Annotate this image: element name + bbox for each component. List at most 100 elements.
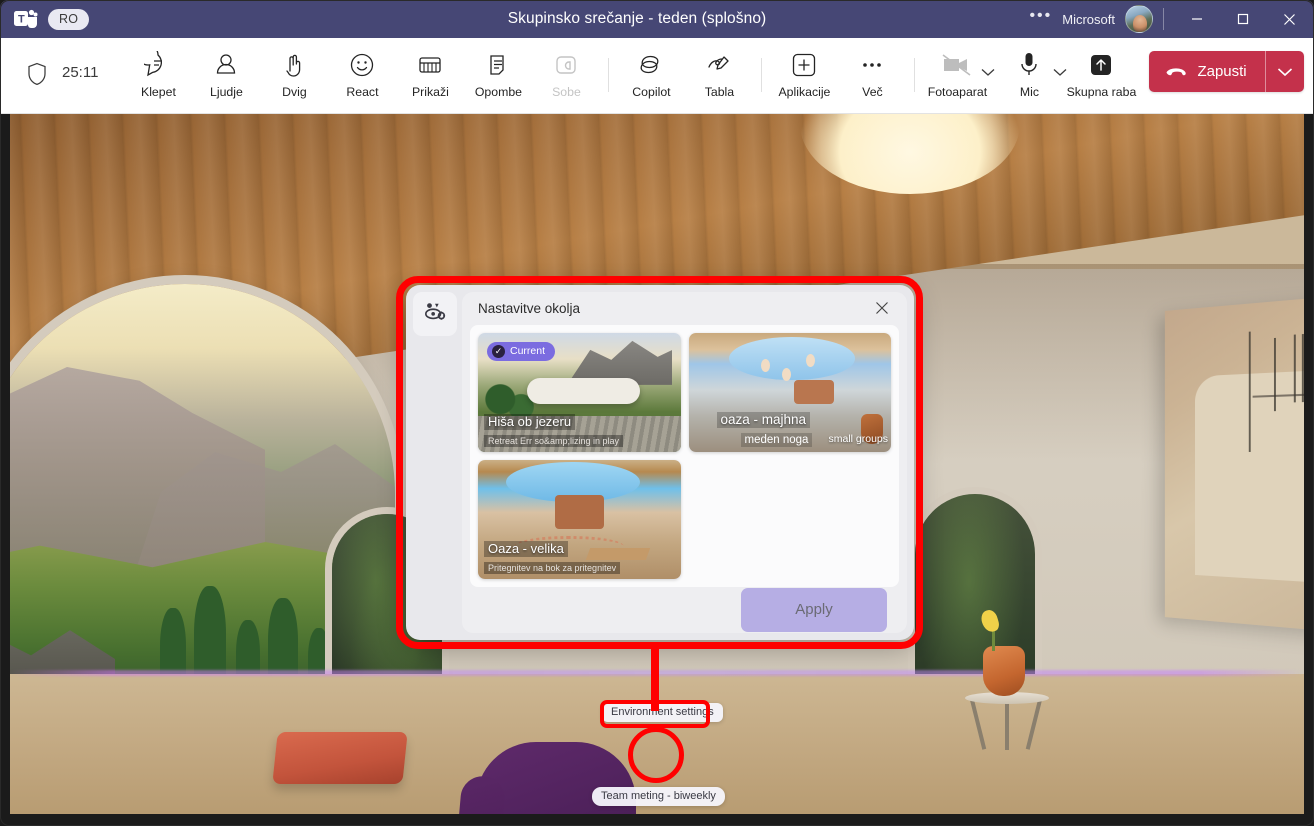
more-ellipsis-icon [859, 50, 885, 80]
apps-plus-icon [791, 50, 817, 80]
toolbar-item-vec[interactable]: Več [838, 38, 906, 99]
view-icon [416, 50, 444, 80]
toolbar-item-skupna-raba[interactable]: Skupna raba [1067, 38, 1135, 99]
toolbar-item-copilot[interactable]: Copilot [617, 38, 685, 99]
chat-icon [144, 50, 172, 80]
mic-control: Mic [995, 38, 1067, 99]
leave-control: Zapusti [1149, 51, 1304, 92]
leave-options-button[interactable] [1266, 51, 1304, 92]
teams-meeting-window: T RO Skupinsko srečanje - teden (splošno… [0, 0, 1314, 826]
check-circle-icon: ✓ [492, 345, 505, 358]
toolbar-items: Klepet Ljudje Dvig React [124, 38, 1135, 99]
camera-control: Fotoaparat [923, 38, 995, 99]
tooltip-meeting-name: Team meting - biweekly [592, 787, 725, 806]
dialog-rail [406, 285, 462, 640]
toolbar-item-aplikacije[interactable]: Aplikacije [770, 38, 838, 99]
environment-card[interactable]: oaza - majhna meden noga small groups [689, 333, 892, 452]
toolbar-item-opombe[interactable]: Opombe [464, 38, 532, 99]
vase [983, 646, 1025, 696]
dialog-footer: Apply [462, 587, 907, 633]
people-icon [212, 50, 240, 80]
toolbar-label: Klepet [141, 85, 176, 99]
environment-settings-dialog: Nastavitve okolja ✓ Current Hiša ob jeze… [406, 285, 914, 640]
tooltip-environment-settings: Environment settings [602, 703, 723, 722]
toolbar-label: Skupna raba [1067, 85, 1137, 99]
card-title: Hiša ob jezeru [484, 414, 575, 430]
toolbar-item-sobe[interactable]: Sobe [532, 38, 600, 99]
toolbar-item-ljudje[interactable]: Ljudje [192, 38, 260, 99]
chevron-down-icon[interactable] [981, 64, 995, 82]
window-title: Skupinsko srečanje - teden (splošno) [300, 10, 974, 28]
toolbar-label: Aplikacije [778, 85, 830, 99]
environment-card[interactable]: ✓ Current Hiša ob jezeru Retreat Err so&… [478, 333, 681, 452]
card-subtitle: meden noga [741, 433, 813, 447]
avatar[interactable] [1125, 5, 1153, 33]
meeting-timer: 25:11 [62, 64, 98, 81]
divider [914, 58, 915, 92]
divider [1163, 8, 1164, 30]
card-title: oaza - majhna [717, 412, 811, 428]
shield-icon[interactable] [26, 62, 48, 91]
more-options-icon[interactable]: ••• [1019, 7, 1062, 31]
close-button[interactable] [1266, 0, 1312, 38]
toolbar-label: Prikaži [412, 85, 449, 99]
status-badge[interactable]: RO [48, 9, 89, 30]
card-title: Oaza - velika [484, 541, 568, 557]
title-bar: T RO Skupinsko srečanje - teden (splošno… [0, 0, 1314, 38]
toolbar-label: Fotoaparat [928, 85, 987, 99]
toolbar-label: Več [862, 85, 883, 99]
toolbar-item-dvig[interactable]: Dvig [260, 38, 328, 99]
org-label: Microsoft [1062, 12, 1125, 27]
minimize-button[interactable] [1174, 0, 1220, 38]
floor-cushion [272, 732, 407, 784]
svg-text:T: T [18, 14, 25, 26]
environment-settings-icon [423, 301, 447, 328]
dialog-title: Nastavitve okolja [478, 301, 869, 316]
camera-off-icon [941, 50, 973, 80]
card-subtitle: Retreat Err so&amp;lizing in play [484, 435, 623, 447]
card-extra-label: small groups [829, 433, 889, 445]
environment-card[interactable]: Oaza - velika Pritegnitev na bok za prit… [478, 460, 681, 579]
divider [761, 58, 762, 92]
badge-label: Current [510, 345, 545, 357]
toolbar-label: Ljudje [210, 85, 243, 99]
toolbar-item-react[interactable]: React [328, 38, 396, 99]
status-badge: ✓ Current [487, 342, 555, 361]
toolbar-label: Copilot [632, 85, 670, 99]
leave-label: Zapusti [1197, 63, 1246, 80]
toolbar-label: Sobe [552, 85, 581, 99]
copilot-icon [636, 50, 666, 80]
raise-hand-icon [280, 50, 308, 80]
maximize-button[interactable] [1220, 0, 1266, 38]
whiteboard-icon [704, 50, 734, 80]
apply-button[interactable]: Apply [741, 588, 887, 632]
dialog-body: Nastavitve okolja ✓ Current Hiša ob jeze… [462, 292, 907, 633]
share-screen-icon [1088, 50, 1114, 80]
hang-up-icon [1165, 63, 1187, 80]
toolbar-item-prikazi[interactable]: Prikaži [396, 38, 464, 99]
teams-logo-icon: T [14, 8, 38, 30]
title-bar-left: T RO [0, 8, 300, 30]
environment-settings-rail-button[interactable] [413, 292, 457, 336]
breakout-rooms-icon [552, 50, 580, 80]
environment-card-grid: ✓ Current Hiša ob jezeru Retreat Err so&… [470, 325, 899, 587]
title-bar-right: ••• Microsoft [974, 0, 1314, 38]
divider [608, 58, 609, 92]
meeting-toolbar: 25:11 Klepet Ljudje Dvig [0, 38, 1314, 114]
toolbar-item-tabla[interactable]: Tabla [685, 38, 753, 99]
card-subtitle: Pritegnitev na bok za pritegnitev [484, 562, 620, 574]
toolbar-label: Tabla [705, 85, 734, 99]
toolbar-item-klepet[interactable]: Klepet [124, 38, 192, 99]
chevron-down-icon[interactable] [1053, 64, 1067, 82]
leave-button[interactable]: Zapusti [1149, 51, 1264, 92]
toolbar-label: Opombe [475, 85, 522, 99]
emoji-icon [348, 50, 376, 80]
dialog-header: Nastavitve okolja [462, 292, 907, 325]
close-icon[interactable] [869, 295, 895, 321]
toolbar-label: Mic [1020, 85, 1039, 99]
toolbar-label: React [346, 85, 378, 99]
notes-icon [484, 50, 512, 80]
toolbar-label: Dvig [282, 85, 307, 99]
microphone-icon [1018, 50, 1040, 80]
callout-connector [651, 645, 659, 711]
